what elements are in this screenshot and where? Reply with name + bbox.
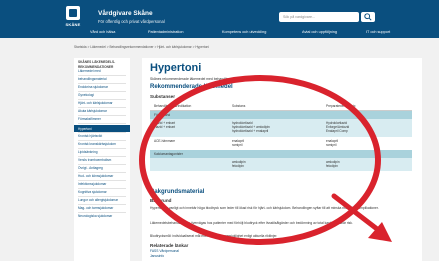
sidebar-divider [78,75,126,76]
paragraph: Hypertoni är vanligt och innebär höga bl… [150,206,379,210]
sidebar-item[interactable]: Gynekologi [74,93,130,97]
section-heading-background: Bakgrundsmaterial [150,189,205,195]
sidebar-item[interactable]: Mag- och tarmsjukdomar [74,206,130,210]
sidebar-item[interactable]: behandlingsmaterial [74,77,130,81]
table-header-cell: Behandlingsmål/Indikation [154,104,192,108]
table-cell: ACE-hämmare [154,139,175,143]
nav-item-kompetens[interactable]: Kompetens och utveckling [222,30,266,34]
breadcrumb[interactable]: Startsida > Läkemedel > Behandlingsrekom… [74,45,209,49]
nav-item-it[interactable]: IT och support [366,30,390,34]
sidebar-divider [78,115,126,116]
table-row: Tiazid + enbart Tiazid + enbart hydroklort… [150,119,412,137]
griffin-icon [66,6,80,20]
table-cell: amlodipin felodipin [232,160,246,168]
table-cell-line: ACE-hämmare [154,138,176,143]
sidebar-divider [78,91,126,92]
table-cell-line: felodipin [232,164,244,169]
table-cell: Tiazid + enbart Tiazid + enbart [154,121,175,129]
sidebar-item[interactable]: Övrigt - Antiagreg [74,166,130,170]
sidebar-item[interactable]: Lungor och allergisjukdomar [74,198,130,202]
sidebar-divider [78,164,126,165]
sidebar-divider [78,196,126,197]
sidebar-item[interactable]: Venös tromboembolism [74,158,130,162]
main-content: Hypertoni Skånes rekommenderade läkemede… [142,58,422,261]
table-cell-line: ramipril [232,142,243,147]
sidebar-heading: SKÅNES LÄKEMEDELS- [78,60,116,64]
sidebar-heading: REKOMMENDATIONER [78,64,114,69]
sidebar-divider [78,148,126,149]
page: SKÅNE Vårdgivare Skåne För offentlig och… [0,0,439,261]
sidebar-item[interactable]: Hud- och könssjukdomar [74,174,130,178]
table-cell: enalapril ramipril [326,139,338,147]
table-header-cell: Preparatexempel/etc [326,104,356,108]
table-cell-line: hydroklortiazid + enalapril [232,129,269,134]
sidebar-divider [78,140,126,141]
related-link[interactable]: Janusinfo [150,254,412,259]
nav-item-vard[interactable]: Vård och hälsa [90,30,115,34]
brand-title: Vårdgivare Skåne [98,10,153,17]
sidebar-divider [78,132,126,133]
sidebar-item[interactable]: Kronisk hjärtsvikt [74,134,130,138]
table-row: ACE-hämmare enalapril ramipril enalapril ram… [150,136,412,150]
table-group-label: Kalciumantagonister [154,151,183,156]
sidebar-item[interactable]: Kognitiva sjukdomar [74,190,130,194]
table-group-label: Förstahand [154,113,171,117]
nav-item-avtal[interactable]: Avtal och uppföljning [302,30,337,34]
sidebar-item[interactable]: Läkemedel med [74,69,130,73]
search-input[interactable]: Sök på vardgivare... [279,12,359,22]
paragraph: Läkemedelsbehandling ska övervägas hos p… [150,221,353,225]
sidebar-item[interactable]: Kronisk kranskärlssjukdom [74,142,130,146]
brand-subtitle: För offentlig och privat vårdpersonal [98,19,165,24]
table-group-row: Förstahand [150,111,412,119]
search-button[interactable] [361,12,375,22]
subheading-background: Bakgrund [150,198,172,203]
sidebar-item[interactable]: Hjärt- och kärlsjukdomar [74,101,130,105]
sidebar-divider [78,212,126,213]
nav-item-patientadmin[interactable]: Patientadministration [148,30,183,34]
sidebar-divider [78,180,126,181]
subheading-related: Relaterade länkar [150,243,189,248]
intro-text: Skånes rekommenderade läkemedel med beha… [150,77,245,81]
sidebar-item[interactable]: Infektionssjukdomar [74,182,130,186]
section-heading-recommended: Rekommenderade läkemedel [150,84,233,90]
table-cell-line[interactable]: ramipril [326,143,338,147]
table-header-row: Behandlingsmål/Indikation Substans Prepa… [150,102,412,111]
sidebar-item[interactable]: Akuta kärlsjukdomar [74,109,130,113]
sidebar-divider [78,172,126,173]
table-row: amlodipin felodipin amlodipin felodipin [150,157,412,172]
table-header-cell: Substans [232,104,246,108]
sidebar-item[interactable]: Endokrina sjukdomar [74,85,130,89]
sidebar-divider [78,156,126,157]
search-icon [364,13,372,21]
table-cell: hydroklortiazid hydroklortiazid + amlodip… [232,121,270,134]
table-cell-line: Tiazid + enbart [154,125,176,130]
page-title: Hypertoni [150,62,202,74]
sidebar-item[interactable]: Neurologiska sjukdomar [74,214,130,218]
sidebar-divider [78,123,126,124]
sidebar-divider [78,107,126,108]
brand[interactable]: Vårdgivare Skåne För offentlig och priva… [98,10,165,24]
subheading-substances: Substanser [150,94,176,99]
table-group-row: Kalciumantagonister [150,149,412,158]
sidebar-divider [78,99,126,100]
table-cell: amlodipin felodipin [326,160,340,168]
drug-table: Behandlingsmål/Indikation Substans Prepa… [150,102,412,172]
main-nav: Vård och hälsa Patientadministration Kom… [0,28,439,38]
sidebar-divider [78,83,126,84]
table-cell-line[interactable]: felodipin [326,164,340,168]
sidebar-divider [78,204,126,205]
table-cell: enalapril ramipril [232,139,244,147]
paragraph: Blodtrycksmål: individualiserat mål efte… [150,234,278,238]
sidebar-item[interactable]: Lipidsänkning [74,150,130,154]
logo-text: SKÅNE [65,22,81,27]
sidebar: SKÅNES LÄKEMEDELS- REKOMMENDATIONER Läkeme… [74,58,130,261]
table-cell: Hydroklortiazid Exforge/Amlozid Enalapril … [326,121,349,134]
sidebar-divider [78,188,126,189]
sidebar-item[interactable]: Förmaksflimmer [74,117,130,121]
table-cell-line[interactable]: Enalapril Comp [326,129,349,133]
sidebar-item[interactable]: Hypertoni [74,125,130,132]
